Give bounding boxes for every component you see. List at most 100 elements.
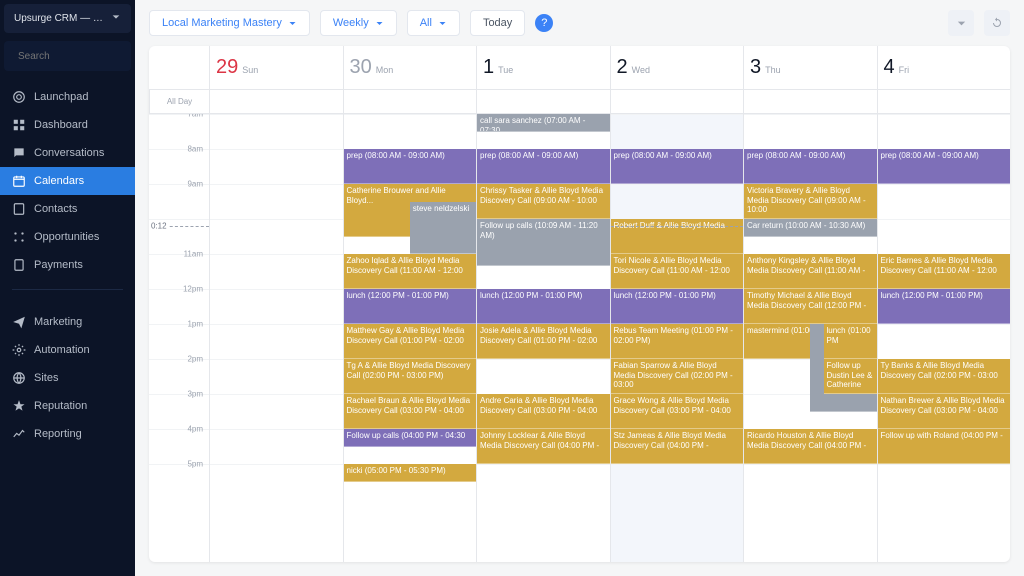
calendar-event[interactable]: Tg A & Allie Bloyd Media Discovery Call … [344, 359, 477, 394]
calendar-filter[interactable]: Local Marketing Mastery [149, 10, 310, 36]
hour-label: 9am [187, 180, 203, 189]
calendar-event[interactable]: Victoria Bravery & Allie Bloyd Media Dis… [744, 184, 877, 219]
calendar-event[interactable]: prep (08:00 AM - 09:00 AM) [744, 149, 877, 184]
nav-item-conversations[interactable]: Conversations [0, 139, 135, 167]
calendar-event[interactable]: Follow up Dustin Lee & Catherine [824, 359, 877, 394]
day-column[interactable]: prep (08:00 AM - 09:00 AM)Victoria Brave… [743, 114, 877, 562]
calendar-event[interactable]: call sara sanchez (07:00 AM - 07:30 [477, 114, 610, 132]
nav-item-contacts[interactable]: Contacts [0, 195, 135, 223]
calendar-event[interactable]: Eric Barnes & Allie Bloyd Media Discover… [878, 254, 1011, 289]
calendar-event[interactable]: lunch (01:00 PM [824, 324, 877, 359]
nav-item-calendars[interactable]: Calendars [0, 167, 135, 195]
calendar-event[interactable]: Follow up with Roland (04:00 PM - [878, 429, 1011, 464]
nav-item-launchpad[interactable]: Launchpad [0, 83, 135, 111]
calendar-event[interactable]: Ricardo Houston & Allie Bloyd Media Disc… [744, 429, 877, 464]
calendar-event[interactable]: Follow up calls (04:00 PM - 04:30 [344, 429, 477, 447]
calendar-event[interactable]: Anthony Kingsley & Allie Bloyd Media Dis… [744, 254, 877, 289]
nav-secondary: MarketingAutomationSitesReputationReport… [0, 308, 135, 448]
calendar-event[interactable]: lunch (12:00 PM - 01:00 PM) [477, 289, 610, 324]
calendar-event[interactable]: Rachael Braun & Allie Bloyd Media Discov… [344, 394, 477, 429]
calendar-event[interactable]: prep (08:00 AM - 09:00 AM) [477, 149, 610, 184]
day-header[interactable]: 3Thu [743, 46, 877, 89]
calendar-icon [12, 174, 26, 188]
nav-item-reporting[interactable]: Reporting [0, 420, 135, 448]
calendar-event[interactable]: Nathan Brewer & Allie Bloyd Media Discov… [878, 394, 1011, 429]
calendar-event[interactable]: lunch (12:00 PM - 01:00 PM) [344, 289, 477, 324]
workspace-switcher[interactable]: Upsurge CRM — Los Ang... [4, 4, 131, 33]
day-number: 30 [350, 56, 372, 78]
now-label: 0:12 [149, 222, 169, 231]
day-column[interactable]: prep (08:00 AM - 09:00 AM)Catherine Brou… [343, 114, 477, 562]
calendar-event[interactable]: Timothy Michael & Allie Bloyd Media Disc… [744, 289, 877, 324]
day-number: 29 [216, 56, 238, 78]
calendar-event[interactable]: Josie Adela & Allie Bloyd Media Discover… [477, 324, 610, 359]
calendar-event[interactable]: lunch (12:00 PM - 01:00 PM) [611, 289, 744, 324]
nav-item-opportunities[interactable]: Opportunities [0, 223, 135, 251]
chevron-down-icon [438, 19, 447, 28]
allday-label: All Day [149, 90, 209, 113]
day-header[interactable]: 29Sun [209, 46, 343, 89]
calendar-event[interactable]: Grace Wong & Allie Bloyd Media Discovery… [611, 394, 744, 429]
refresh-button[interactable] [984, 10, 1010, 36]
calendar-event[interactable]: Stz Jameas & Allie Bloyd Media Discovery… [611, 429, 744, 464]
calendar-event[interactable]: Zahoo Iqlad & Allie Bloyd Media Discover… [344, 254, 477, 289]
chart-icon [12, 427, 26, 441]
day-label: Thu [765, 65, 781, 75]
hour-label: 11am [184, 250, 203, 259]
calendar-event[interactable]: Chrissy Tasker & Allie Bloyd Media Disco… [477, 184, 610, 219]
type-filter[interactable]: All [407, 10, 460, 36]
calendar-event[interactable]: Johnny Locklear & Allie Bloyd Media Disc… [477, 429, 610, 464]
calendar-event[interactable]: Matthew Gay & Allie Bloyd Media Discover… [344, 324, 477, 359]
calendar-event[interactable]: Fabian Sparrow & Allie Bloyd Media Disco… [611, 359, 744, 394]
allday-row: All Day [149, 90, 1010, 114]
nav-item-payments[interactable]: Payments [0, 251, 135, 279]
day-column[interactable]: prep (08:00 AM - 09:00 AM) Robert Duff & … [610, 114, 744, 562]
calendar-event[interactable]: Robert Duff & Allie Bloyd Media [611, 219, 744, 254]
hour-label: 7am [187, 114, 203, 119]
day-column[interactable]: call sara sanchez (07:00 AM - 07:30 prep … [476, 114, 610, 562]
nav-item-sites[interactable]: Sites [0, 364, 135, 392]
hour-label: 4pm [187, 425, 203, 434]
today-button[interactable]: Today [470, 10, 525, 36]
calendar-event[interactable]: Andre Caria & Allie Bloyd Media Discover… [477, 394, 610, 429]
calendar-event[interactable]: Car return (10:00 AM - 10:30 AM) [744, 219, 877, 237]
nav-primary: Launchpad DashboardConversationsCalendars… [0, 83, 135, 279]
calendar-body[interactable]: 7am8am9am11am12pm1pm2pm3pm4pm5pm0:12prep… [149, 114, 1010, 562]
day-label: Wed [632, 65, 650, 75]
calendar-event[interactable]: lunch (12:00 PM - 01:00 PM) [878, 289, 1011, 324]
view-filter[interactable]: Weekly [320, 10, 397, 36]
calendar-event[interactable]: Ty Banks & Allie Bloyd Media Discovery C… [878, 359, 1011, 394]
day-column[interactable]: prep (08:00 AM - 09:00 AM) Eric Barnes & … [877, 114, 1011, 562]
options-button[interactable] [948, 10, 974, 36]
nav-item-automation[interactable]: Automation [0, 336, 135, 364]
search-input[interactable] [18, 51, 150, 62]
day-header[interactable]: 30 Mon [343, 46, 477, 89]
target-icon [12, 90, 26, 104]
user-icon [12, 202, 26, 216]
nav-item-marketing[interactable]: Marketing [0, 308, 135, 336]
nav-label: Launchpad [34, 91, 88, 103]
calendar-event[interactable]: prep (08:00 AM - 09:00 AM) [611, 149, 744, 184]
calendar-event[interactable]: Follow up calls (10:09 AM - 11:20 AM) [477, 219, 610, 266]
chevron-down-icon [288, 19, 297, 28]
calendar-event[interactable]: Rebus Team Meeting (01:00 PM - 02:00 PM) [611, 324, 744, 359]
help-icon[interactable]: ? [535, 14, 553, 32]
calendar-event[interactable]: prep (08:00 AM - 09:00 AM) [878, 149, 1011, 184]
day-header[interactable]: 2Wed [610, 46, 744, 89]
globe-icon [12, 371, 26, 385]
nav-item-dashboard[interactable]: Dashboard [0, 111, 135, 139]
day-label: Mon [376, 65, 394, 75]
day-header[interactable]: 1Tue [476, 46, 610, 89]
chevron-down-icon [375, 19, 384, 28]
hour-label: 3pm [187, 390, 203, 399]
search-bar[interactable]: ctrl K + [4, 41, 131, 71]
calendar-event[interactable]: prep (08:00 AM - 09:00 AM) [344, 149, 477, 184]
day-column[interactable] [209, 114, 343, 562]
calendar-event[interactable]: steve neldzelski [410, 202, 476, 255]
day-header[interactable]: 4Fri [877, 46, 1011, 89]
calendar-event[interactable]: nicki (05:00 PM - 05:30 PM) [344, 464, 477, 482]
grid-icon [12, 118, 26, 132]
calendar-event[interactable]: Tori Nicole & Allie Bloyd Media Discover… [611, 254, 744, 289]
opp-icon [12, 230, 26, 244]
nav-item-reputation[interactable]: Reputation [0, 392, 135, 420]
